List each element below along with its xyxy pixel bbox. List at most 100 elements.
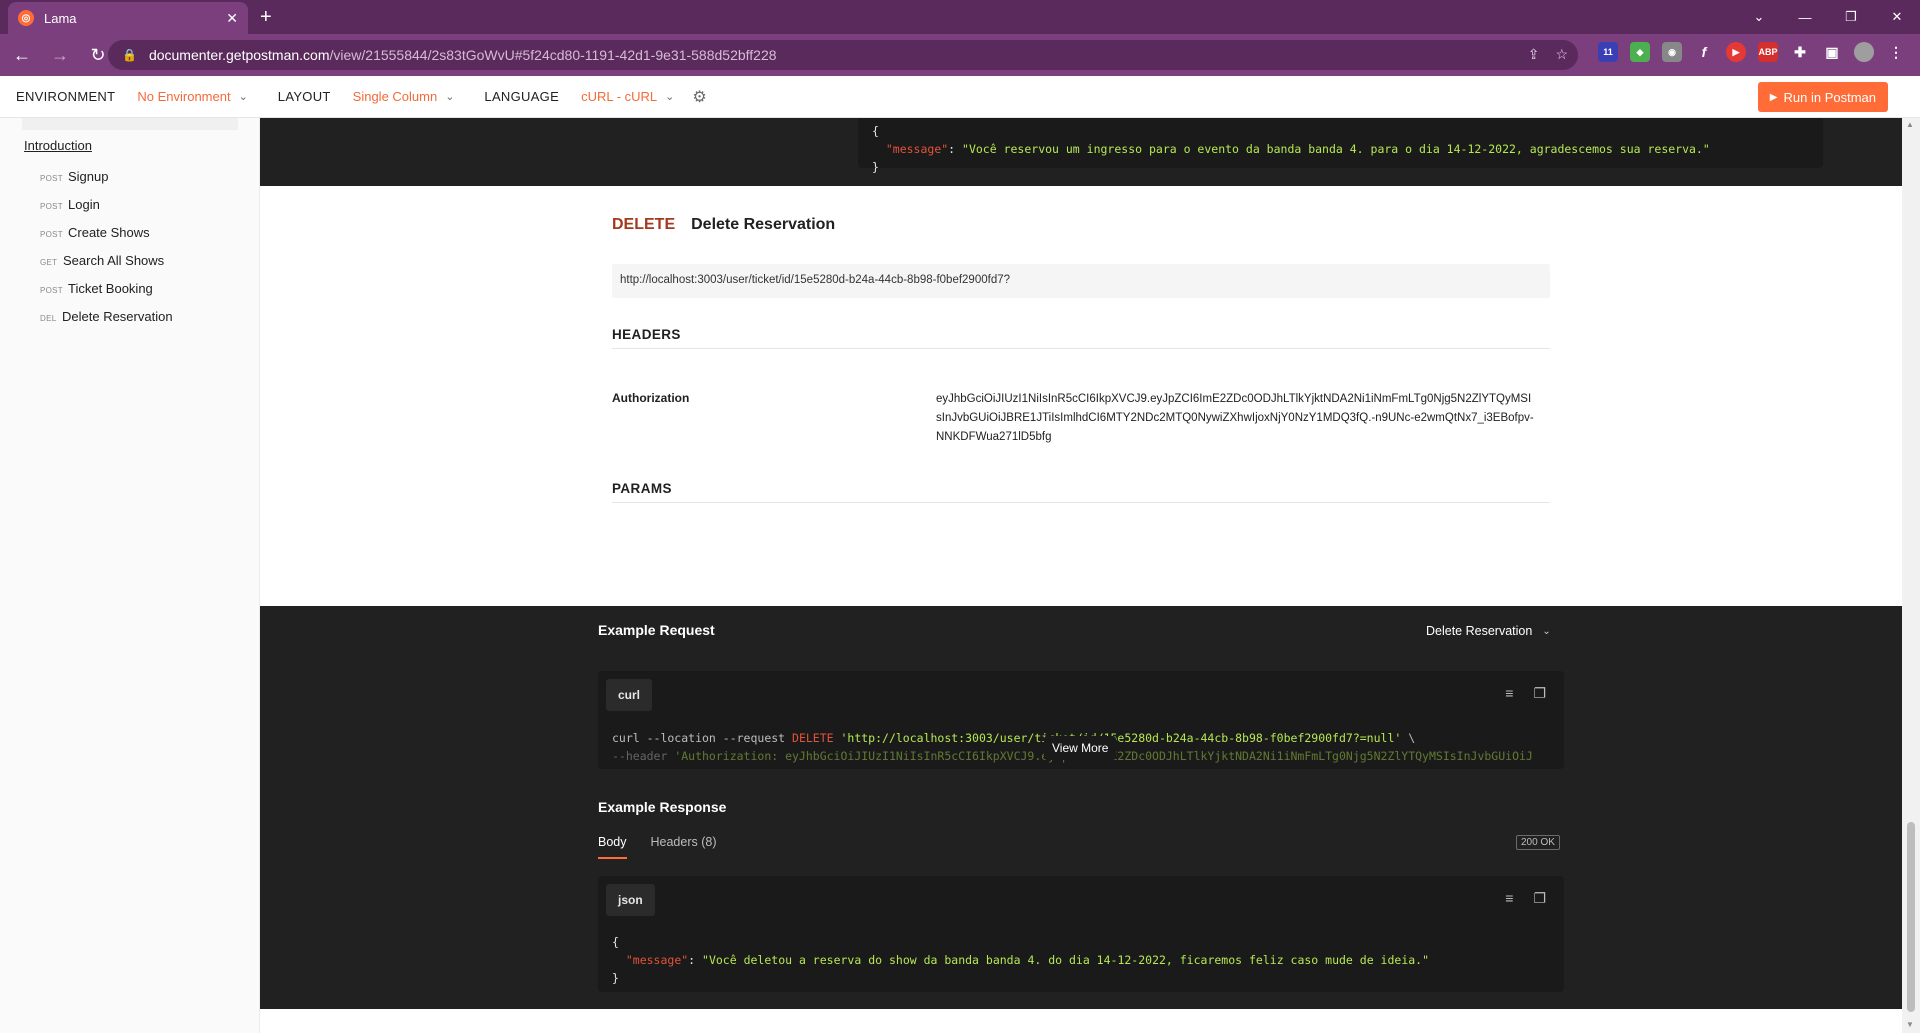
json-value: "Você reservou um ingresso para o evento… xyxy=(962,142,1710,156)
language-tab[interactable]: curl xyxy=(606,679,653,711)
puzzle-extensions-icon[interactable]: ✚ xyxy=(1790,42,1810,62)
method-badge: POST xyxy=(40,174,63,183)
sidebar-item-label: Delete Reservation xyxy=(62,309,173,324)
camera-extension-icon[interactable]: ◉ xyxy=(1662,42,1682,62)
run-in-postman-button[interactable]: ▶ Run in Postman xyxy=(1757,82,1888,112)
sidebar-item-label: Create Shows xyxy=(68,225,150,240)
adblock-icon[interactable]: ABP xyxy=(1758,42,1778,62)
tab-search-icon[interactable]: ⌄ xyxy=(1736,0,1782,34)
close-window-icon[interactable]: ✕ xyxy=(1874,0,1920,34)
divider xyxy=(612,348,1550,349)
endpoint-title: Delete Reservation xyxy=(691,216,836,233)
method-badge: DEL xyxy=(40,314,57,323)
sidebar-item-create-shows[interactable]: POST Create Shows xyxy=(40,225,150,240)
address-bar[interactable]: 🔒 documenter.getpostman.com/view/2155584… xyxy=(108,40,1578,70)
endpoint-url: http://localhost:3003/user/ticket/id/15e… xyxy=(612,264,1550,298)
layout-label: LAYOUT xyxy=(277,89,331,104)
new-tab-icon[interactable]: + xyxy=(260,6,272,29)
header-key: Authorization xyxy=(612,391,690,405)
documenter-toolbar: ENVIRONMENT No Environment ⌄ LAYOUT Sing… xyxy=(0,76,1920,118)
postman-favicon-icon: ◎ xyxy=(18,10,34,26)
forward-icon[interactable]: → xyxy=(44,39,76,71)
sidebar-item-search-all-shows[interactable]: GET Search All Shows xyxy=(40,253,164,268)
extension-icon[interactable]: 11 xyxy=(1598,42,1618,62)
previous-example-panel: { "message": "Você reservou um ingresso … xyxy=(260,118,1902,186)
status-badge: 200 OK xyxy=(1516,835,1560,850)
sidebar-item-cutoff xyxy=(22,118,238,130)
sidebar-item-label: Login xyxy=(68,197,100,212)
method-badge: POST xyxy=(40,286,63,295)
browser-menu-icon[interactable]: ⋮ xyxy=(1886,42,1906,62)
copy-icon[interactable]: ❐ xyxy=(1533,685,1546,702)
example-request-title: Example Request xyxy=(598,622,715,638)
language-tab[interactable]: json xyxy=(606,884,655,916)
record-extension-icon[interactable]: ▶ xyxy=(1726,42,1746,62)
close-tab-icon[interactable]: ✕ xyxy=(226,10,238,27)
sidebar-item-login[interactable]: POST Login xyxy=(40,197,100,212)
tab-title: Lama xyxy=(44,10,77,26)
extensions-bar: 11 ◆ ◉ f ▶ ABP ✚ ▣ ⋮ xyxy=(1598,42,1906,62)
scroll-up-icon[interactable]: ▲ xyxy=(1906,120,1914,129)
endpoint-heading: DELETE Delete Reservation xyxy=(612,216,835,234)
profile-avatar[interactable] xyxy=(1854,42,1874,62)
layout-select[interactable]: Single Column xyxy=(353,89,438,104)
share-icon[interactable]: ⇪ xyxy=(1528,46,1540,63)
header-value: eyJhbGciOiJIUzI1NiIsInR5cCI6IkpXVCJ9.eyJ… xyxy=(936,393,1534,443)
sidebar-item-signup[interactable]: POST Signup xyxy=(40,169,108,184)
chevron-down-icon[interactable]: ⌄ xyxy=(445,90,454,103)
sidebar-item-label: Ticket Booking xyxy=(68,281,153,296)
divider xyxy=(612,502,1550,503)
params-title: PARAMS xyxy=(612,481,672,496)
method-badge: GET xyxy=(40,258,58,267)
scroll-down-icon[interactable]: ▼ xyxy=(1906,1020,1914,1029)
json-key: "message" xyxy=(885,142,949,156)
view-more-button[interactable]: View More xyxy=(1044,736,1117,760)
scroll-thumb[interactable] xyxy=(1907,822,1915,1012)
copy-icon[interactable]: ❐ xyxy=(1533,890,1546,907)
method-badge: POST xyxy=(40,202,63,211)
method-label: DELETE xyxy=(612,216,676,233)
side-panel-icon[interactable]: ▣ xyxy=(1822,42,1842,62)
response-code-card: json ≡ ❐ { "message": "Você deletou a re… xyxy=(598,876,1564,992)
window-controls: ⌄ — ❐ ✕ xyxy=(1736,0,1920,34)
chevron-down-icon[interactable]: ⌄ xyxy=(665,90,674,103)
tab-headers[interactable]: Headers (8) xyxy=(651,835,717,859)
play-icon: ▶ xyxy=(1769,91,1778,103)
url-text: documenter.getpostman.com/view/21555844/… xyxy=(148,47,777,63)
language-label: LANGUAGE xyxy=(484,89,560,104)
json-value: "Você deletou a reserva do show da banda… xyxy=(702,953,1430,967)
sidebar-item-introduction[interactable]: Introduction xyxy=(24,138,92,153)
color-extension-icon[interactable]: ◆ xyxy=(1630,42,1650,62)
headers-title: HEADERS xyxy=(612,327,681,342)
tab-body[interactable]: Body xyxy=(598,835,627,859)
back-icon[interactable]: ← xyxy=(6,39,38,71)
wrap-lines-icon[interactable]: ≡ xyxy=(1505,685,1513,702)
code-actions: ≡ ❐ xyxy=(1505,685,1546,702)
code-actions: ≡ ❐ xyxy=(1505,890,1546,907)
sidebar-item-label: Signup xyxy=(68,169,109,184)
omnibox-actions: ⇪ ☆ xyxy=(1528,46,1568,63)
method-badge: POST xyxy=(40,230,63,239)
sidebar-item-ticket-booking[interactable]: POST Ticket Booking xyxy=(40,281,153,296)
chevron-down-icon[interactable]: ⌄ xyxy=(239,90,248,103)
formula-extension-icon[interactable]: f xyxy=(1694,42,1714,62)
browser-tabbar: ◎ Lama ✕ + ⌄ — ❐ ✕ xyxy=(0,0,1920,34)
sidebar-item-label: Search All Shows xyxy=(63,253,165,268)
restore-icon[interactable]: ❐ xyxy=(1828,0,1874,34)
wrap-lines-icon[interactable]: ≡ xyxy=(1505,890,1513,907)
json-key: "message" xyxy=(625,953,689,967)
previous-response-code: { "message": "Você reservou um ingresso … xyxy=(858,118,1823,174)
environment-select[interactable]: No Environment xyxy=(137,89,230,104)
response-code: { "message": "Você deletou a reserva do … xyxy=(612,935,1430,985)
browser-toolbar: ← → ↻ 🔒 documenter.getpostman.com/view/2… xyxy=(0,34,1920,76)
sidebar-item-delete-reservation[interactable]: DEL Delete Reservation xyxy=(40,309,173,324)
example-select[interactable]: Delete Reservation ⌄ xyxy=(1426,624,1551,638)
sidebar: Introduction POST Signup POST Login POST… xyxy=(0,118,260,1033)
language-select[interactable]: cURL - cURL xyxy=(581,89,657,104)
minimize-icon[interactable]: — xyxy=(1782,0,1828,34)
lock-icon[interactable]: 🔒 xyxy=(122,48,137,62)
browser-tab[interactable]: ◎ Lama ✕ xyxy=(8,2,248,34)
page-scrollbar[interactable]: ▲ ▼ xyxy=(1902,118,1920,1033)
bookmark-star-icon[interactable]: ☆ xyxy=(1555,46,1568,63)
gear-icon[interactable]: ⚙ xyxy=(692,87,706,107)
